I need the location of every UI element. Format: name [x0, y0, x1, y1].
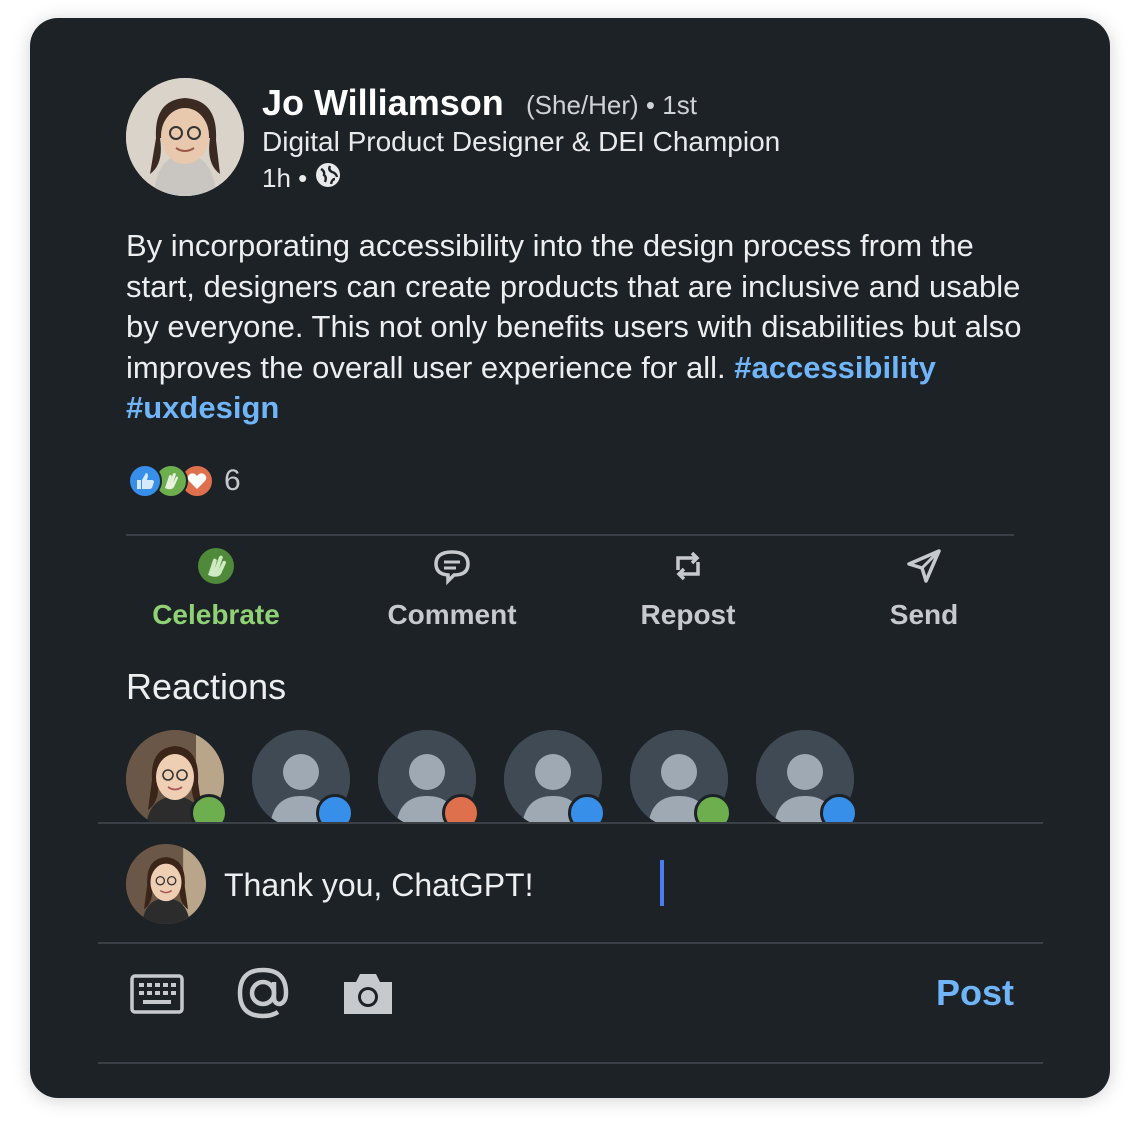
globe-icon — [315, 162, 341, 195]
repost-icon — [668, 546, 708, 593]
camera-icon[interactable] — [342, 970, 394, 1021]
celebrate-label: Celebrate — [152, 599, 280, 630]
reactor-avatar[interactable] — [630, 730, 732, 822]
post-body: By incorporating accessibility into the … — [126, 226, 1026, 429]
comment-input[interactable] — [224, 862, 924, 908]
reactor-avatar[interactable] — [126, 730, 228, 822]
post-actions: Celebrate Comment Repost Send — [126, 546, 1014, 636]
composer-toolbar: Post — [126, 962, 1014, 1034]
reactions-heading: Reactions — [126, 666, 287, 707]
hashtag-uxdesign[interactable]: #uxdesign — [126, 390, 279, 425]
reactor-avatar[interactable] — [252, 730, 354, 822]
like-icon — [820, 794, 858, 822]
send-icon — [904, 546, 944, 593]
divider — [98, 1062, 1043, 1064]
mention-icon[interactable] — [236, 966, 290, 1025]
author-headline: Digital Product Designer & DEI Champion — [262, 126, 781, 157]
reactors-list — [126, 730, 1026, 822]
post-button[interactable]: Post — [936, 972, 1014, 1014]
hashtag-accessibility[interactable]: #accessibility — [734, 350, 936, 385]
reactions-summary[interactable]: 6 — [128, 464, 241, 498]
post-card: Jo Williamson (She/Her) • 1st Digital Pr… — [30, 18, 1110, 1098]
author-name[interactable]: Jo Williamson — [262, 82, 504, 124]
comment-label: Comment — [387, 599, 517, 630]
repost-button[interactable]: Repost — [598, 546, 778, 636]
post-time: 1h • — [262, 163, 308, 193]
love-icon — [442, 794, 480, 822]
comment-composer — [126, 840, 1006, 940]
comment-button[interactable]: Comment — [362, 546, 542, 636]
author-pronouns-degree: (She/Her) • 1st — [526, 90, 697, 120]
celebrate-icon — [196, 546, 236, 593]
reactor-avatar[interactable] — [378, 730, 480, 822]
author-avatar[interactable] — [126, 78, 244, 196]
post-meta: 1h • — [262, 162, 341, 195]
like-icon — [568, 794, 606, 822]
divider — [98, 822, 1043, 824]
reactor-avatar[interactable] — [504, 730, 606, 822]
like-icon — [316, 794, 354, 822]
comment-icon — [432, 546, 472, 593]
send-button[interactable]: Send — [834, 546, 1014, 636]
send-label: Send — [889, 599, 959, 630]
text-caret — [660, 860, 664, 906]
like-icon — [128, 464, 162, 498]
celebrate-button[interactable]: Celebrate — [126, 546, 306, 636]
celebrate-icon — [694, 794, 732, 822]
repost-label: Repost — [640, 599, 736, 630]
reactor-avatar[interactable] — [756, 730, 858, 822]
reaction-count: 6 — [224, 464, 241, 497]
divider — [126, 534, 1014, 536]
divider — [98, 942, 1043, 944]
avatar — [126, 844, 206, 924]
keyboard-icon[interactable] — [130, 974, 184, 1019]
celebrate-icon — [190, 794, 228, 822]
